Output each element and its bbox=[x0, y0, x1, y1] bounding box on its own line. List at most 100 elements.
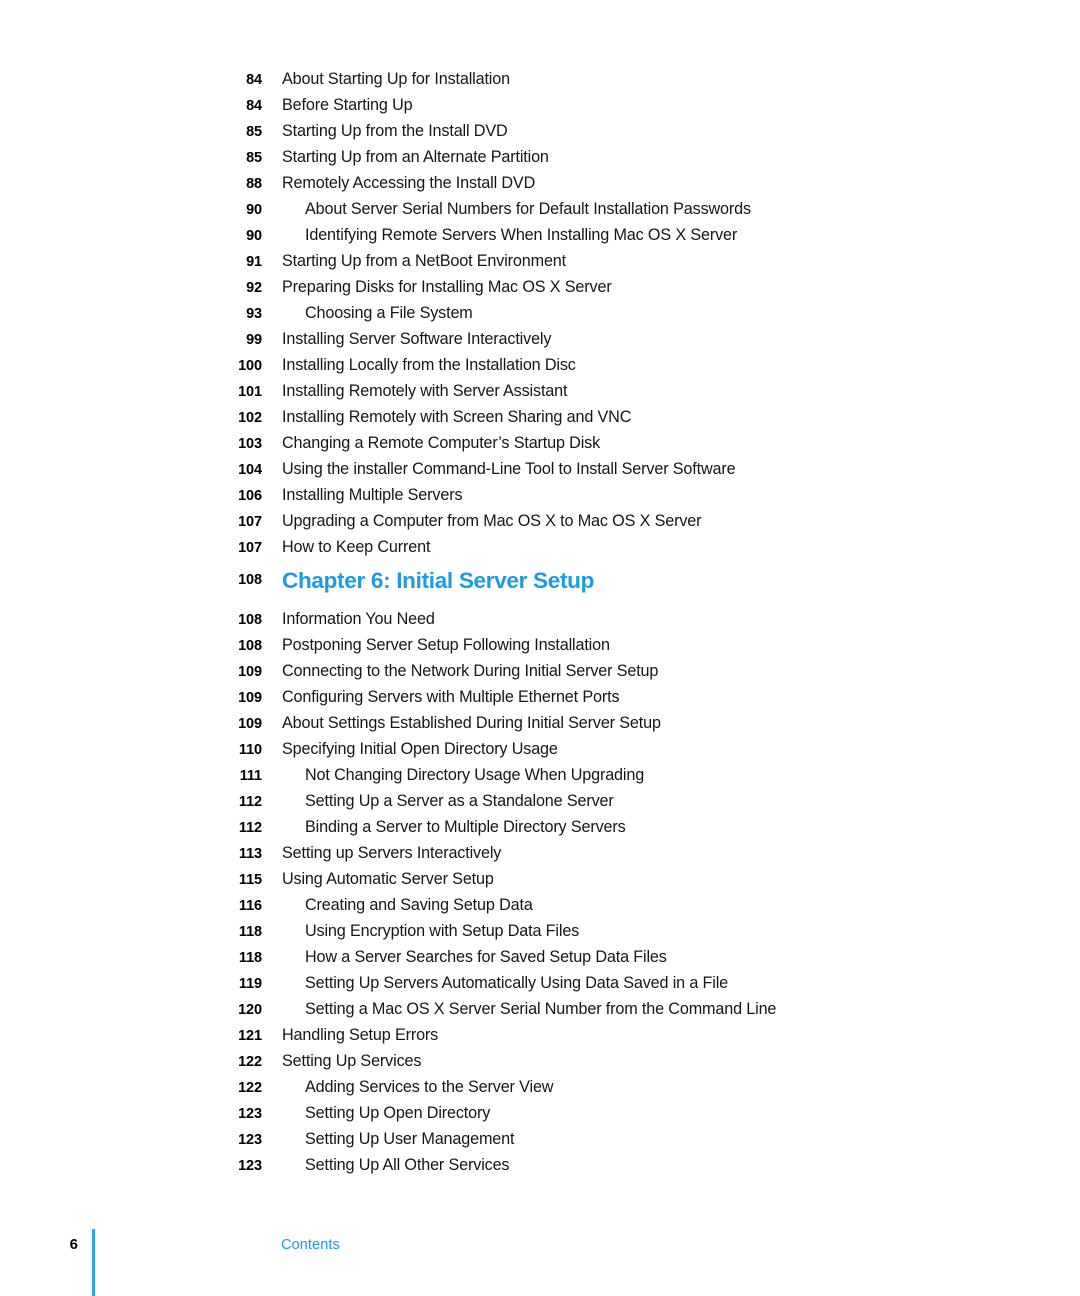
toc-entry-title[interactable]: Installing Locally from the Installation… bbox=[262, 352, 1080, 378]
toc-entry-title[interactable]: Setting Up Open Directory bbox=[262, 1100, 1080, 1126]
toc-entry-title[interactable]: Starting Up from a NetBoot Environment bbox=[262, 248, 1080, 274]
toc-page-number: 85 bbox=[246, 150, 262, 166]
toc-entry-title[interactable]: Changing a Remote Computer’s Startup Dis… bbox=[262, 430, 1080, 456]
toc-entry-row[interactable]: 122 Setting Up Services bbox=[0, 1048, 1080, 1074]
toc-entry-row[interactable]: 85 Starting Up from the Install DVD bbox=[0, 118, 1080, 144]
toc-entry-row[interactable]: 118 Using Encryption with Setup Data File… bbox=[0, 918, 1080, 944]
toc-entry-row[interactable]: 118 How a Server Searches for Saved Setup… bbox=[0, 944, 1080, 970]
toc-entry-title[interactable]: Using Encryption with Setup Data Files bbox=[262, 918, 1080, 944]
toc-entry-row[interactable]: 91 Starting Up from a NetBoot Environment bbox=[0, 248, 1080, 274]
toc-entry-title[interactable]: About Settings Established During Initia… bbox=[262, 710, 1080, 736]
toc-page-number: 91 bbox=[246, 254, 262, 270]
toc-page-number: 85 bbox=[246, 124, 262, 140]
toc-entry-row[interactable]: 93 Choosing a File System bbox=[0, 300, 1080, 326]
toc-entry-title[interactable]: Connecting to the Network During Initial… bbox=[262, 658, 1080, 684]
toc-entry-title[interactable]: Not Changing Directory Usage When Upgrad… bbox=[262, 762, 1080, 788]
toc-page-number: 111 bbox=[239, 768, 262, 784]
toc-entry-title[interactable]: How a Server Searches for Saved Setup Da… bbox=[262, 944, 1080, 970]
toc-entry-title[interactable]: Setting Up a Server as a Standalone Serv… bbox=[262, 788, 1080, 814]
toc-page-number: 115 bbox=[238, 872, 262, 888]
toc-page-number: 107 bbox=[238, 514, 262, 530]
toc-entry-row[interactable]: 102 Installing Remotely with Screen Shari… bbox=[0, 404, 1080, 430]
toc-entry-title[interactable]: Setting a Mac OS X Server Serial Number … bbox=[262, 996, 1080, 1022]
toc-entry-row[interactable]: 103 Changing a Remote Computer’s Startup … bbox=[0, 430, 1080, 456]
toc-entry-title[interactable]: Remotely Accessing the Install DVD bbox=[262, 170, 1080, 196]
toc-entry-row[interactable]: 115 Using Automatic Server Setup bbox=[0, 866, 1080, 892]
toc-entry-title[interactable]: Setting Up User Management bbox=[262, 1126, 1080, 1152]
toc-entry-row[interactable]: 90 About Server Serial Numbers for Defaul… bbox=[0, 196, 1080, 222]
toc-entry-row[interactable]: 104 Using the installer Command-Line Tool… bbox=[0, 456, 1080, 482]
toc-entry-row[interactable]: 123 Setting Up Open Directory bbox=[0, 1100, 1080, 1126]
toc-entry-title[interactable]: Installing Remotely with Server Assistan… bbox=[262, 378, 1080, 404]
toc-entry-row[interactable]: 119 Setting Up Servers Automatically Usin… bbox=[0, 970, 1080, 996]
toc-entry-title[interactable]: About Server Serial Numbers for Default … bbox=[262, 196, 1080, 222]
toc-chapter-title[interactable]: Chapter 6: Initial Server Setup bbox=[262, 558, 1080, 604]
toc-page-number: 123 bbox=[238, 1132, 262, 1148]
toc-entry-title[interactable]: Binding a Server to Multiple Directory S… bbox=[262, 814, 1080, 840]
toc-entry-row[interactable]: 110 Specifying Initial Open Directory Usa… bbox=[0, 736, 1080, 762]
toc-page-number: 123 bbox=[238, 1158, 262, 1174]
toc-entry-title[interactable]: Starting Up from an Alternate Partition bbox=[262, 144, 1080, 170]
toc-entry-title[interactable]: Starting Up from the Install DVD bbox=[262, 118, 1080, 144]
toc-entry-title[interactable]: Preparing Disks for Installing Mac OS X … bbox=[262, 274, 1080, 300]
toc-page-number: 108 bbox=[238, 638, 262, 654]
toc-entry-row[interactable]: 109 About Settings Established During Ini… bbox=[0, 710, 1080, 736]
toc-entry-title[interactable]: Adding Services to the Server View bbox=[262, 1074, 1080, 1100]
toc-entry-row[interactable]: 108 Information You Need bbox=[0, 606, 1080, 632]
toc-entry-title[interactable]: Choosing a File System bbox=[262, 300, 1080, 326]
toc-entry-row[interactable]: 85 Starting Up from an Alternate Partitio… bbox=[0, 144, 1080, 170]
toc-entry-row[interactable]: 109 Configuring Servers with Multiple Eth… bbox=[0, 684, 1080, 710]
toc-entry-title[interactable]: Before Starting Up bbox=[262, 92, 1080, 118]
toc-entry-title[interactable]: Identifying Remote Servers When Installi… bbox=[262, 222, 1080, 248]
toc-entry-row[interactable]: 113 Setting up Servers Interactively bbox=[0, 840, 1080, 866]
toc-entry-row[interactable]: 112 Setting Up a Server as a Standalone S… bbox=[0, 788, 1080, 814]
toc-entry-title[interactable]: Configuring Servers with Multiple Ethern… bbox=[262, 684, 1080, 710]
toc-entry-row[interactable]: 99 Installing Server Software Interactive… bbox=[0, 326, 1080, 352]
toc-entry-title[interactable]: Using Automatic Server Setup bbox=[262, 866, 1080, 892]
toc-entry-title[interactable]: Specifying Initial Open Directory Usage bbox=[262, 736, 1080, 762]
toc-entry-title[interactable]: Setting Up Servers Automatically Using D… bbox=[262, 970, 1080, 996]
toc-page-number: 122 bbox=[238, 1054, 262, 1070]
toc-entry-row[interactable]: 106 Installing Multiple Servers bbox=[0, 482, 1080, 508]
toc-entry-title[interactable]: Setting Up All Other Services bbox=[262, 1152, 1080, 1178]
toc-entry-row[interactable]: 92 Preparing Disks for Installing Mac OS … bbox=[0, 274, 1080, 300]
toc-entry-title[interactable]: Installing Server Software Interactively bbox=[262, 326, 1080, 352]
toc-entry-row[interactable]: 123 Setting Up All Other Services bbox=[0, 1152, 1080, 1178]
toc-page-number: 84 bbox=[246, 98, 262, 114]
toc-entry-row[interactable]: 90 Identifying Remote Servers When Instal… bbox=[0, 222, 1080, 248]
toc-chapter-row[interactable]: 108 Chapter 6: Initial Server Setup bbox=[0, 560, 1080, 606]
toc-entry-row[interactable]: 101 Installing Remotely with Server Assis… bbox=[0, 378, 1080, 404]
toc-page-number: 100 bbox=[238, 358, 262, 374]
toc-entry-title[interactable]: How to Keep Current bbox=[262, 534, 1080, 560]
toc-page-number: 101 bbox=[238, 384, 262, 400]
toc-entry-row[interactable]: 120 Setting a Mac OS X Server Serial Numb… bbox=[0, 996, 1080, 1022]
toc-entry-title[interactable]: Installing Remotely with Screen Sharing … bbox=[262, 404, 1080, 430]
toc-entry-row[interactable]: 109 Connecting to the Network During Init… bbox=[0, 658, 1080, 684]
toc-entry-row[interactable]: 88 Remotely Accessing the Install DVD bbox=[0, 170, 1080, 196]
toc-entry-row[interactable]: 111 Not Changing Directory Usage When Upg… bbox=[0, 762, 1080, 788]
toc-entry-row[interactable]: 108 Postponing Server Setup Following Ins… bbox=[0, 632, 1080, 658]
toc-entry-row[interactable]: 112 Binding a Server to Multiple Director… bbox=[0, 814, 1080, 840]
toc-page-number: 112 bbox=[238, 794, 262, 810]
toc-entry-title[interactable]: Using the installer Command-Line Tool to… bbox=[262, 456, 1080, 482]
toc-entry-title[interactable]: Upgrading a Computer from Mac OS X to Ma… bbox=[262, 508, 1080, 534]
toc-entry-row[interactable]: 116 Creating and Saving Setup Data bbox=[0, 892, 1080, 918]
toc-entry-row[interactable]: 107 Upgrading a Computer from Mac OS X to… bbox=[0, 508, 1080, 534]
toc-entry-row[interactable]: 84 Before Starting Up bbox=[0, 92, 1080, 118]
toc-entry-title[interactable]: Setting up Servers Interactively bbox=[262, 840, 1080, 866]
toc-entry-title[interactable]: Information You Need bbox=[262, 606, 1080, 632]
toc-entry-title[interactable]: Handling Setup Errors bbox=[262, 1022, 1080, 1048]
toc-entry-row[interactable]: 123 Setting Up User Management bbox=[0, 1126, 1080, 1152]
toc-entry-title[interactable]: Postponing Server Setup Following Instal… bbox=[262, 632, 1080, 658]
toc-entry-title[interactable]: About Starting Up for Installation bbox=[262, 66, 1080, 92]
toc-entry-title[interactable]: Creating and Saving Setup Data bbox=[262, 892, 1080, 918]
toc-entry-row[interactable]: 122 Adding Services to the Server View bbox=[0, 1074, 1080, 1100]
toc-entry-title[interactable]: Setting Up Services bbox=[262, 1048, 1080, 1074]
toc-page-number: 118 bbox=[238, 924, 262, 940]
toc-entry-row[interactable]: 84 About Starting Up for Installation bbox=[0, 66, 1080, 92]
toc-page-number: 116 bbox=[238, 898, 262, 914]
toc-entry-row[interactable]: 100 Installing Locally from the Installat… bbox=[0, 352, 1080, 378]
toc-entry-row[interactable]: 121 Handling Setup Errors bbox=[0, 1022, 1080, 1048]
toc-entry-title[interactable]: Installing Multiple Servers bbox=[262, 482, 1080, 508]
toc-page-number: 103 bbox=[238, 436, 262, 452]
